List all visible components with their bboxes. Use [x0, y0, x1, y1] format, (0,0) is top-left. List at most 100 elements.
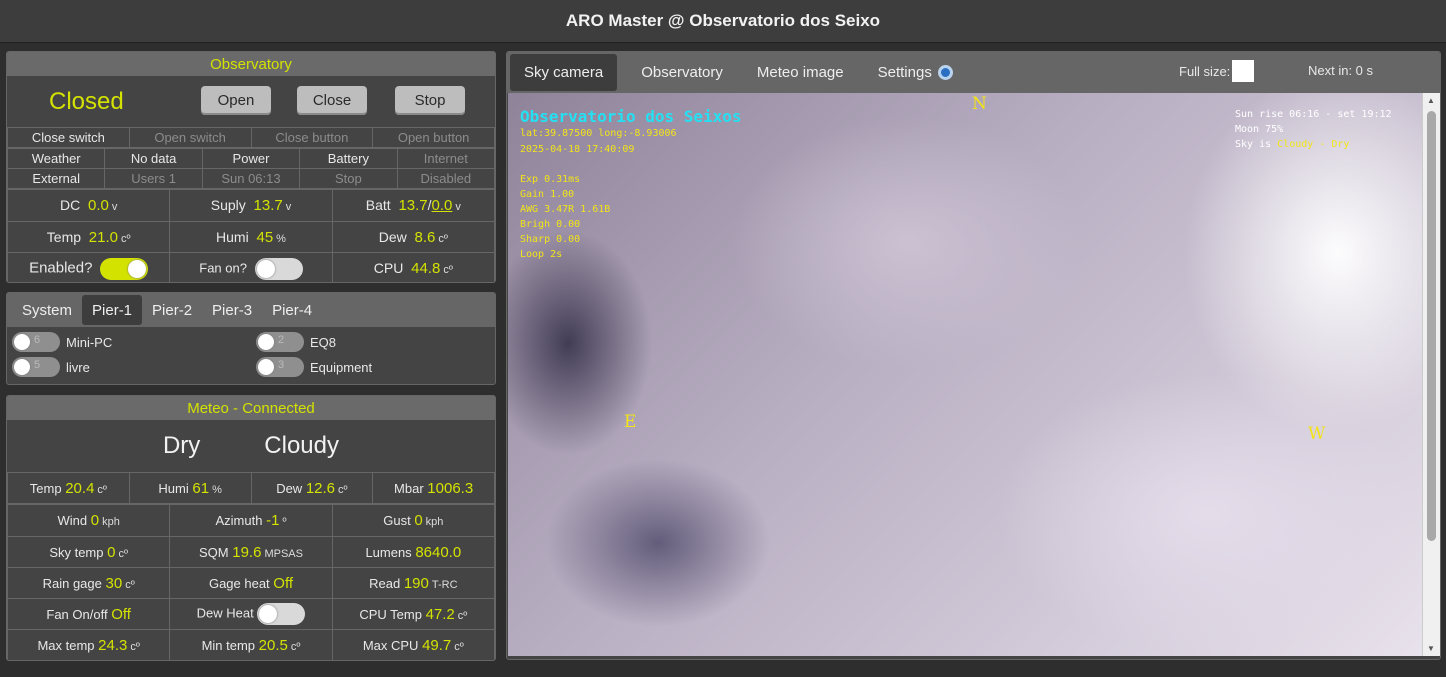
settings-gear-icon — [937, 65, 953, 80]
meteo-sky-temp: Sky temp 0 cº — [7, 536, 171, 568]
open-switch-label: Open switch — [128, 127, 252, 148]
pier-item-mini-pc: 6 Mini-PC — [12, 332, 112, 352]
overlay-moon: Moon 75% — [1235, 124, 1284, 135]
tab-observatory[interactable]: Observatory — [627, 58, 737, 88]
full-size-checkbox[interactable] — [1232, 60, 1255, 82]
tab-pier-1[interactable]: Pier-1 — [82, 295, 143, 325]
toggle-knob — [258, 359, 274, 375]
status-power: Power — [201, 148, 301, 169]
tab-pier-2[interactable]: Pier-2 — [142, 295, 202, 325]
humi-value: 45 — [256, 228, 274, 246]
stop-button[interactable]: Stop — [395, 86, 465, 115]
cardinal-north: N — [972, 94, 987, 114]
meteo-header: Meteo - Connected — [7, 396, 495, 420]
cpu-reading: CPU 44.8 cº — [331, 252, 495, 282]
meteo-rain-gage: Rain gage 30 cº — [7, 567, 171, 599]
status-internet: Internet — [396, 148, 495, 169]
meteo-conditions: Dry Cloudy — [7, 420, 495, 472]
open-button[interactable]: Open — [201, 86, 271, 115]
pier-tabs: System Pier-1 Pier-2 Pier-3 Pier-4 — [7, 293, 495, 327]
equipment-toggle[interactable]: 3 — [256, 357, 304, 377]
system-status-table: Weather No data Power Battery Internet E… — [7, 148, 495, 189]
overlay-sky: Sky is Cloudy - Dry — [1235, 139, 1350, 150]
meteo-max-temp: Max temp 24.3 cº — [7, 629, 171, 660]
status-no-data: No data — [104, 148, 203, 169]
tab-sky-camera[interactable]: Sky camera — [510, 54, 618, 91]
meteo-row-1: Temp 20.4 cº Humi 61% Dew 12.6 cº Mbar 100… — [7, 472, 495, 504]
mini-pc-toggle[interactable]: 6 — [12, 332, 60, 352]
overlay-sharp: Sharp 0.00 — [520, 234, 581, 245]
scroll-up-icon[interactable]: ▲ — [1427, 96, 1435, 105]
tab-pier-3[interactable]: Pier-3 — [202, 295, 262, 325]
pier-item-livre: 5 livre — [12, 357, 90, 377]
status-users: Users 1 — [104, 168, 203, 189]
meteo-fan-onoff: Fan On/off Off — [7, 598, 171, 630]
status-disabled: Disabled — [396, 168, 495, 189]
meteo-sqm: SQM 19.6 MPSAS — [169, 536, 333, 568]
meteo-readings-table: Wind 0 kph Azimuth -1 º Gust 0 kph Sky temp… — [7, 504, 495, 660]
toggle-knob — [14, 359, 30, 375]
temp-reading: Temp 21.0 cº — [7, 221, 171, 253]
meteo-state-dry: Dry — [162, 432, 201, 459]
status-stop: Stop — [299, 168, 398, 189]
cardinal-west: W — [1308, 424, 1326, 444]
tab-meteo-image[interactable]: Meteo image — [743, 58, 858, 88]
toggle-knob — [259, 605, 278, 623]
meteo-min-temp: Min temp 20.5 cº — [169, 629, 333, 660]
app-title: ARO Master @ Observatorio dos Seixo — [565, 11, 881, 30]
meteo-gage-heat: Gage heat Off — [169, 567, 333, 599]
eq8-toggle[interactable]: 2 — [256, 332, 304, 352]
status-sun: Sun 06:13 — [201, 168, 301, 189]
scroll-down-icon[interactable]: ▼ — [1427, 644, 1435, 653]
observatory-panel: Observatory Closed Open Close Stop Close… — [6, 51, 496, 283]
pier-item-equipment: 3 Equipment — [256, 357, 372, 377]
meteo-lumens: Lumens 8640.0 — [331, 536, 495, 568]
toggle-knob — [14, 334, 30, 350]
livre-toggle[interactable]: 5 — [12, 357, 60, 377]
meteo-mbar: Mbar 1006.3 — [372, 472, 495, 504]
overlay-exp: Exp 0.31ms — [520, 174, 581, 185]
overlay-brigh: Brigh 0.00 — [520, 219, 581, 230]
enabled-toggle[interactable] — [100, 257, 149, 280]
batt-reading: Batt 13.7/0.0 v — [331, 189, 495, 222]
meteo-humi: Humi 61% — [128, 472, 252, 504]
camera-scrollbar[interactable]: ▲ ▼ — [1422, 93, 1440, 656]
camera-tabs: Sky camera Observatory Meteo image Setti… — [507, 52, 1440, 93]
full-size-control: Full size: — [1179, 60, 1255, 82]
overlay-gain: Gain 1.00 — [520, 189, 575, 200]
dc-reading: DC 0.0 v — [7, 189, 171, 222]
close-button-label: Close button — [250, 127, 374, 148]
toggle-knob — [128, 259, 147, 278]
meteo-max-cpu: Max CPU 49.7 cº — [331, 629, 495, 660]
pier-panel: System Pier-1 Pier-2 Pier-3 Pier-4 6 Min… — [6, 292, 496, 385]
switch-status-table: Close switch Open switch Close button Op… — [7, 127, 495, 148]
status-external: External — [7, 168, 106, 189]
next-in-timer: Next in: 0 s — [1308, 63, 1374, 78]
meteo-cpu-temp: CPU Temp 47.2 cº — [331, 598, 495, 630]
scroll-thumb[interactable] — [1427, 111, 1436, 541]
fan-cell: Fan on? — [169, 252, 333, 282]
fan-toggle[interactable] — [254, 257, 303, 280]
meteo-state-cloudy: Cloudy — [264, 432, 340, 459]
supply-value: 13.7 — [253, 197, 283, 214]
tab-settings[interactable]: Settings — [864, 58, 967, 88]
tab-pier-4[interactable]: Pier-4 — [262, 295, 322, 325]
dew-heat-toggle[interactable] — [257, 603, 306, 625]
meteo-temp: Temp 20.4 cº — [7, 472, 130, 504]
camera-panel: Sky camera Observatory Meteo image Setti… — [506, 51, 1441, 660]
tab-system[interactable]: System — [12, 295, 82, 325]
overlay-awg: AWG 3.47R 1.61B — [520, 204, 611, 215]
overlay-coords: lat:39.87500 long:-8.93006 — [520, 128, 677, 139]
cardinal-east: E — [624, 412, 637, 432]
overlay-name: Observatorio dos Seixos — [520, 107, 742, 126]
meteo-azimuth: Azimuth -1 º — [169, 504, 333, 537]
open-button-label: Open button — [372, 127, 495, 148]
app-title-bar: ARO Master @ Observatorio dos Seixo — [0, 0, 1446, 43]
toggle-knob — [258, 334, 274, 350]
roof-status: Closed — [49, 88, 124, 115]
close-button[interactable]: Close — [297, 86, 367, 115]
meteo-dew-heat: Dew Heat — [169, 598, 333, 630]
power-readings-table: DC 0.0 v Suply 13.7 v Batt 13.7/0.0 v Temp … — [7, 189, 495, 282]
temp-value: 21.0 — [88, 228, 118, 246]
supply-reading: Suply 13.7 v — [169, 189, 333, 222]
